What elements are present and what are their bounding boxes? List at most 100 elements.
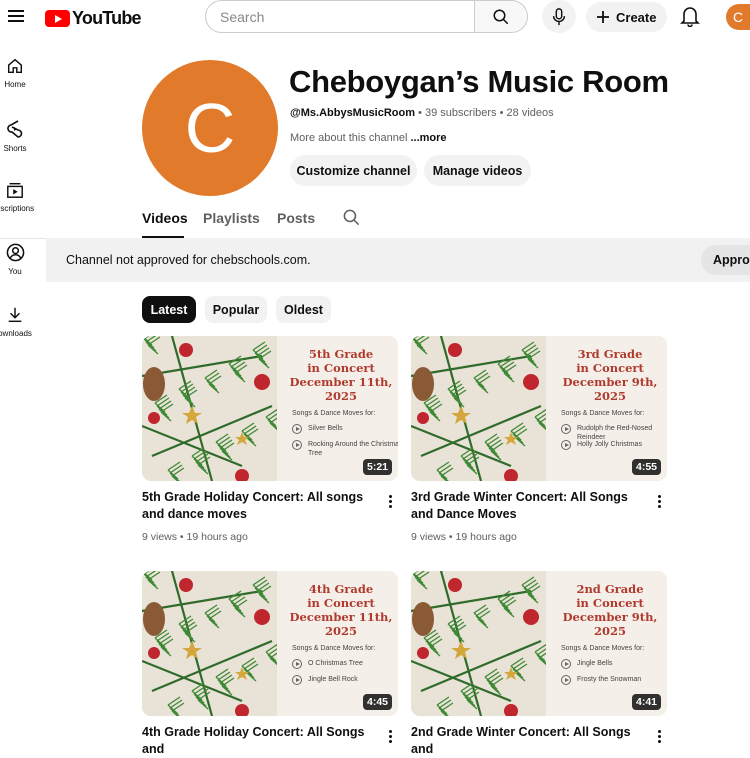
thumb-title-line: in Concert <box>307 596 375 610</box>
thumb-song-text: O Christmas Tree <box>308 660 363 667</box>
thumb-intro: Songs & Dance Moves for: <box>561 645 645 652</box>
thumb-song: O Christmas Tree <box>292 659 398 669</box>
video-thumbnail[interactable]: 5th Grade in Concert December 11th, 2025 So… <box>142 336 398 481</box>
manage-videos-button[interactable]: Manage videos <box>424 155 531 186</box>
account-avatar[interactable]: C <box>726 4 750 30</box>
thumb-title-line: December 9th, <box>562 610 658 624</box>
chip-oldest[interactable]: Oldest <box>276 296 331 323</box>
play-circle-icon <box>561 440 571 450</box>
video-title[interactable]: 5th Grade Holiday Concert: All songs and… <box>142 489 372 523</box>
channel-title: Cheboygan’s Music Room <box>289 64 669 99</box>
tab-playlists[interactable]: Playlists <box>203 210 260 226</box>
tab-posts[interactable]: Posts <box>277 210 315 226</box>
channel-search-button[interactable] <box>342 208 361 232</box>
thumb-title-line: 5th Grade <box>308 347 374 361</box>
meta-separator: • <box>418 107 426 119</box>
shorts-icon <box>7 120 23 138</box>
thumb-intro: Songs & Dance Moves for: <box>292 410 376 417</box>
channel-meta: @Ms.AbbysMusicRoom • 39 subscribers • 28… <box>290 107 554 119</box>
thumb-song-text: Frosty the Snowman <box>577 676 642 683</box>
customize-channel-button[interactable]: Customize channel <box>290 155 417 186</box>
mic-icon <box>552 7 566 25</box>
youtube-play-icon <box>45 10 70 27</box>
thumb-title-line: 4th Grade <box>308 582 374 596</box>
youtube-logo[interactable]: YouTube <box>45 8 142 29</box>
logo-text: YouTube <box>72 8 142 28</box>
video-thumbnail[interactable]: 2nd Grade in Concert December 9th, 2025 Son… <box>411 571 667 716</box>
sidebar-item-shorts[interactable]: Shorts <box>0 119 30 153</box>
home-icon <box>7 58 23 74</box>
duration-badge: 4:45 <box>362 694 392 710</box>
voice-search-button[interactable] <box>542 0 576 33</box>
thumb-song: Silver Bells <box>292 424 398 434</box>
sidebar-item-label: ownloads <box>0 329 32 338</box>
thumb-title-line: 2025 <box>324 624 357 638</box>
thumb-title-line: December 11th, <box>289 375 393 389</box>
more-link[interactable]: ...more <box>410 132 446 144</box>
sidebar-item-subscriptions[interactable]: bscriptions <box>0 181 34 213</box>
banner-text: Channel not approved for chebschools.com… <box>66 253 311 267</box>
create-button[interactable]: Create <box>586 2 667 32</box>
thumb-song: Jingle Bell Rock <box>292 675 398 685</box>
thumb-song: Frosty the Snowman <box>561 675 667 685</box>
video-thumbnail[interactable]: 3rd Grade in Concert December 9th, 2025 Son… <box>411 336 667 481</box>
search-input[interactable]: Search <box>205 0 475 33</box>
duration-badge: 5:21 <box>362 459 392 475</box>
more-options-icon[interactable] <box>389 495 393 510</box>
subscriptions-icon <box>7 182 23 198</box>
pine-branch-illustration <box>411 571 546 716</box>
menu-icon[interactable] <box>8 8 24 24</box>
notifications-button[interactable] <box>680 5 700 28</box>
thumb-song: Rocking Around the Christmas Tree <box>292 440 398 458</box>
bell-icon <box>680 7 700 28</box>
duration-badge: 4:55 <box>631 459 661 475</box>
thumb-title: 4th Grade in Concert December 11th, 2025 <box>282 582 398 638</box>
search-icon <box>343 209 360 226</box>
download-icon <box>8 307 22 323</box>
tab-videos[interactable]: Videos <box>142 210 188 226</box>
thumb-song: Jingle Bells <box>561 659 667 669</box>
play-circle-icon <box>292 659 302 669</box>
meta-separator: • <box>499 107 507 119</box>
video-thumbnail[interactable]: 4th Grade in Concert December 11th, 2025 So… <box>142 571 398 716</box>
chip-popular[interactable]: Popular <box>205 296 267 323</box>
thumb-intro: Songs & Dance Moves for: <box>561 410 645 417</box>
create-label: Create <box>616 9 657 25</box>
video-title[interactable]: 2nd Grade Winter Concert: All Songs and <box>411 724 641 758</box>
video-meta: 9 views • 19 hours ago <box>411 531 517 543</box>
thumb-song-text: Holly Jolly Christmas <box>577 441 642 448</box>
thumb-song-text: Jingle Bell Rock <box>308 676 358 683</box>
video-title[interactable]: 3rd Grade Winter Concert: All Songs and … <box>411 489 641 523</box>
sidebar-item-label: Shorts <box>3 144 27 153</box>
thumb-title-line: 2025 <box>593 389 626 403</box>
channel-about[interactable]: More about this channel ...more <box>290 132 447 144</box>
sidebar-item-downloads[interactable]: ownloads <box>0 306 32 338</box>
more-options-icon[interactable] <box>658 495 662 510</box>
thumb-title: 3rd Grade in Concert December 9th, 2025 <box>551 347 667 403</box>
thumb-title-line: in Concert <box>307 361 375 375</box>
approve-button[interactable]: Approv <box>701 245 750 275</box>
search-button[interactable] <box>474 0 528 33</box>
about-text: More about this channel <box>290 132 408 144</box>
channel-avatar[interactable]: C <box>142 60 278 196</box>
play-circle-icon <box>292 424 302 434</box>
channel-handle[interactable]: @Ms.AbbysMusicRoom <box>290 107 415 119</box>
play-circle-icon <box>561 424 571 434</box>
pine-branch-illustration <box>411 336 546 481</box>
chip-latest[interactable]: Latest <box>142 296 196 323</box>
pine-branch-illustration <box>142 336 277 481</box>
thumb-title: 2nd Grade in Concert December 9th, 2025 <box>551 582 667 638</box>
plus-icon <box>597 11 609 23</box>
thumb-song: Holly Jolly Christmas <box>561 440 667 450</box>
thumb-title-line: 2025 <box>324 389 357 403</box>
pine-branch-illustration <box>142 571 277 716</box>
thumb-title: 5th Grade in Concert December 11th, 2025 <box>282 347 398 403</box>
sidebar-item-home[interactable]: Home <box>0 57 30 89</box>
thumb-song-text: Jingle Bells <box>577 660 613 667</box>
video-title[interactable]: 4th Grade Holiday Concert: All Songs and <box>142 724 372 758</box>
sidebar-item-label: You <box>8 267 22 276</box>
sidebar-item-label: bscriptions <box>0 204 35 213</box>
sidebar-item-you[interactable]: You <box>0 243 30 276</box>
play-circle-icon <box>292 440 302 450</box>
play-circle-icon <box>561 659 571 669</box>
